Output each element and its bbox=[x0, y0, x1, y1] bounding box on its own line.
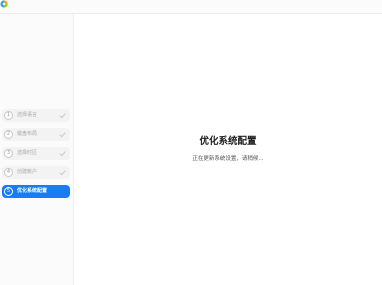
step-item-select-timezone: 3 选择时区 bbox=[2, 147, 70, 160]
installer-logo-icon bbox=[0, 0, 8, 8]
step-item-select-language: 1 选择语言 bbox=[2, 109, 70, 122]
sidebar: 1 选择语言 2 键盘布局 3 选择时区 4 创建帐户 5 优化系统配置 bbox=[0, 14, 74, 285]
step-item-optimize-system: 5 优化系统配置 bbox=[2, 185, 70, 198]
step-number: 4 bbox=[4, 168, 13, 177]
installer-window: 1 选择语言 2 键盘布局 3 选择时区 4 创建帐户 5 优化系统配置 优化系… bbox=[0, 0, 382, 285]
step-item-create-account: 4 创建帐户 bbox=[2, 166, 70, 179]
step-number: 1 bbox=[4, 111, 13, 120]
step-label: 选择语言 bbox=[17, 112, 38, 118]
page-title: 优化系统配置 bbox=[199, 136, 257, 147]
step-label: 优化系统配置 bbox=[17, 188, 48, 194]
status-message: 正在更新系统设置，请稍候... bbox=[192, 156, 264, 162]
checkmark-icon bbox=[59, 132, 66, 138]
step-label: 选择时区 bbox=[17, 150, 38, 156]
main-content: 优化系统配置 正在更新系统设置，请稍候... bbox=[74, 14, 382, 285]
step-list: 1 选择语言 2 键盘布局 3 选择时区 4 创建帐户 5 优化系统配置 bbox=[2, 109, 70, 204]
title-bar bbox=[0, 0, 382, 14]
checkmark-icon bbox=[59, 170, 66, 176]
step-number: 2 bbox=[4, 130, 13, 139]
step-item-keyboard-layout: 2 键盘布局 bbox=[2, 128, 70, 141]
step-label: 创建帐户 bbox=[17, 169, 38, 175]
step-label: 键盘布局 bbox=[17, 131, 38, 137]
step-number: 5 bbox=[4, 187, 13, 196]
checkmark-icon bbox=[59, 151, 66, 157]
checkmark-icon bbox=[59, 113, 66, 119]
step-number: 3 bbox=[4, 149, 13, 158]
